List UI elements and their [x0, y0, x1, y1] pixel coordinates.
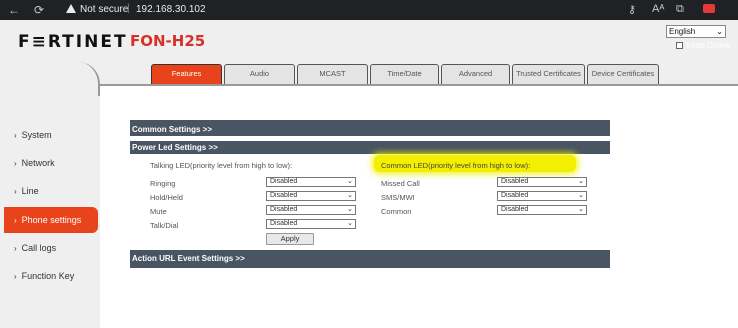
apply-button[interactable]: Apply — [266, 233, 314, 245]
youtube-icon[interactable] — [703, 4, 715, 13]
fortinet-logo: F≡RTINET — [18, 32, 128, 52]
talk-dial-select[interactable]: Disabled ⌄ — [266, 219, 356, 229]
sidebar-item-label: System — [21, 130, 52, 140]
talk-dial-label: Talk/Dial — [150, 221, 179, 230]
checkbox-icon[interactable] — [676, 42, 683, 49]
chevron-down-icon: ⌄ — [347, 192, 353, 199]
mute-label: Mute — [150, 207, 167, 216]
chevron-down-icon: ⌄ — [578, 206, 584, 213]
address-bar[interactable]: 192.168.30.102 — [136, 4, 206, 15]
select-value: Disabled — [270, 206, 298, 213]
common-settings-header[interactable]: Common Settings >> — [130, 120, 610, 136]
chevron-down-icon: ⌄ — [347, 220, 353, 227]
ringing-select[interactable]: Disabled ⌄ — [266, 177, 356, 187]
sidebar-item-phone-settings[interactable]: › Phone settings — [4, 207, 98, 233]
select-value: Disabled — [270, 220, 298, 227]
tab-trusted-certificates[interactable]: Trusted Certificates — [512, 64, 585, 84]
tabs-icon[interactable]: ⧉ — [676, 3, 684, 16]
sidebar-item-network[interactable]: › Network — [0, 150, 100, 176]
sidebar-item-label: Phone settings — [21, 215, 82, 225]
sidebar-item-system[interactable]: › System — [0, 122, 100, 148]
back-icon[interactable]: ← — [8, 3, 20, 17]
select-value: Disabled — [270, 192, 298, 199]
tab-time-date[interactable]: Time/Date — [370, 64, 439, 84]
read-aloud-icon[interactable]: Aᴬ — [652, 3, 664, 15]
action-url-settings-header[interactable]: Action URL Event Settings >> — [130, 250, 610, 268]
sidebar-item-line[interactable]: › Line — [0, 178, 100, 204]
keep-online-label: Keep Online — [686, 41, 731, 50]
tab-advanced[interactable]: Advanced — [441, 64, 510, 84]
sidebar-item-label: Network — [21, 158, 55, 168]
warning-icon[interactable] — [66, 4, 76, 13]
language-value: English — [669, 27, 696, 36]
tab-device-certificates[interactable]: Device Certificates — [587, 64, 659, 84]
chevron-right-icon: › — [14, 131, 17, 140]
tab-mcast[interactable]: MCAST — [297, 64, 368, 84]
chevron-down-icon: ⌄ — [716, 27, 723, 36]
chevron-right-icon: › — [14, 272, 17, 281]
sidebar-frame — [0, 62, 100, 96]
key-icon[interactable]: ⚷ — [628, 3, 636, 16]
sidebar-item-label: Line — [21, 186, 39, 196]
sidebar-item-label: Call logs — [21, 243, 57, 253]
keep-online-checkbox[interactable]: Keep Online — [676, 41, 730, 50]
security-label[interactable]: Not secure — [80, 4, 128, 15]
sms-mwi-select[interactable]: Disabled ⌄ — [497, 191, 587, 201]
hold-held-label: Hold/Held — [150, 193, 183, 202]
browser-toolbar: ← ⟳ Not secure | 192.168.30.102 ⚷ Aᴬ ⧉ — [0, 0, 738, 20]
chevron-right-icon: › — [14, 216, 17, 225]
sms-mwi-label: SMS/MWI — [381, 193, 415, 202]
hold-held-select[interactable]: Disabled ⌄ — [266, 191, 356, 201]
missed-call-select[interactable]: Disabled ⌄ — [497, 177, 587, 187]
tab-features[interactable]: Features — [151, 64, 222, 84]
tab-audio[interactable]: Audio — [224, 64, 295, 84]
select-value: Disabled — [270, 178, 298, 185]
chevron-right-icon: › — [14, 159, 17, 168]
select-value: Disabled — [501, 178, 529, 185]
chevron-down-icon: ⌄ — [347, 178, 353, 185]
device-header: F≡RTINET FON-H25 English ⌄ Keep Online — [0, 20, 738, 62]
missed-call-label: Missed Call — [381, 179, 420, 188]
select-value: Disabled — [501, 206, 529, 213]
common-led-heading: Common LED(priority level from high to l… — [381, 161, 531, 170]
language-select[interactable]: English ⌄ — [666, 25, 726, 38]
chevron-down-icon: ⌄ — [578, 178, 584, 185]
sidebar-item-label: Function Key — [21, 271, 75, 281]
mute-select[interactable]: Disabled ⌄ — [266, 205, 356, 215]
select-value: Disabled — [501, 192, 529, 199]
chevron-right-icon: › — [14, 244, 17, 253]
chevron-down-icon: ⌄ — [347, 206, 353, 213]
sidebar-item-function-key[interactable]: › Function Key — [0, 263, 100, 289]
url-separator: | — [127, 3, 130, 14]
sidebar-item-call-logs[interactable]: › Call logs — [0, 235, 100, 261]
power-led-settings-header[interactable]: Power Led Settings >> — [130, 141, 610, 154]
talking-led-heading: Talking LED(priority level from high to … — [150, 161, 293, 170]
chevron-down-icon: ⌄ — [578, 192, 584, 199]
chevron-right-icon: › — [14, 187, 17, 196]
reload-icon[interactable]: ⟳ — [34, 3, 44, 17]
model-name: FON-H25 — [130, 32, 206, 50]
ringing-label: Ringing — [150, 179, 176, 188]
common-select[interactable]: Disabled ⌄ — [497, 205, 587, 215]
common-label: Common — [381, 207, 412, 216]
